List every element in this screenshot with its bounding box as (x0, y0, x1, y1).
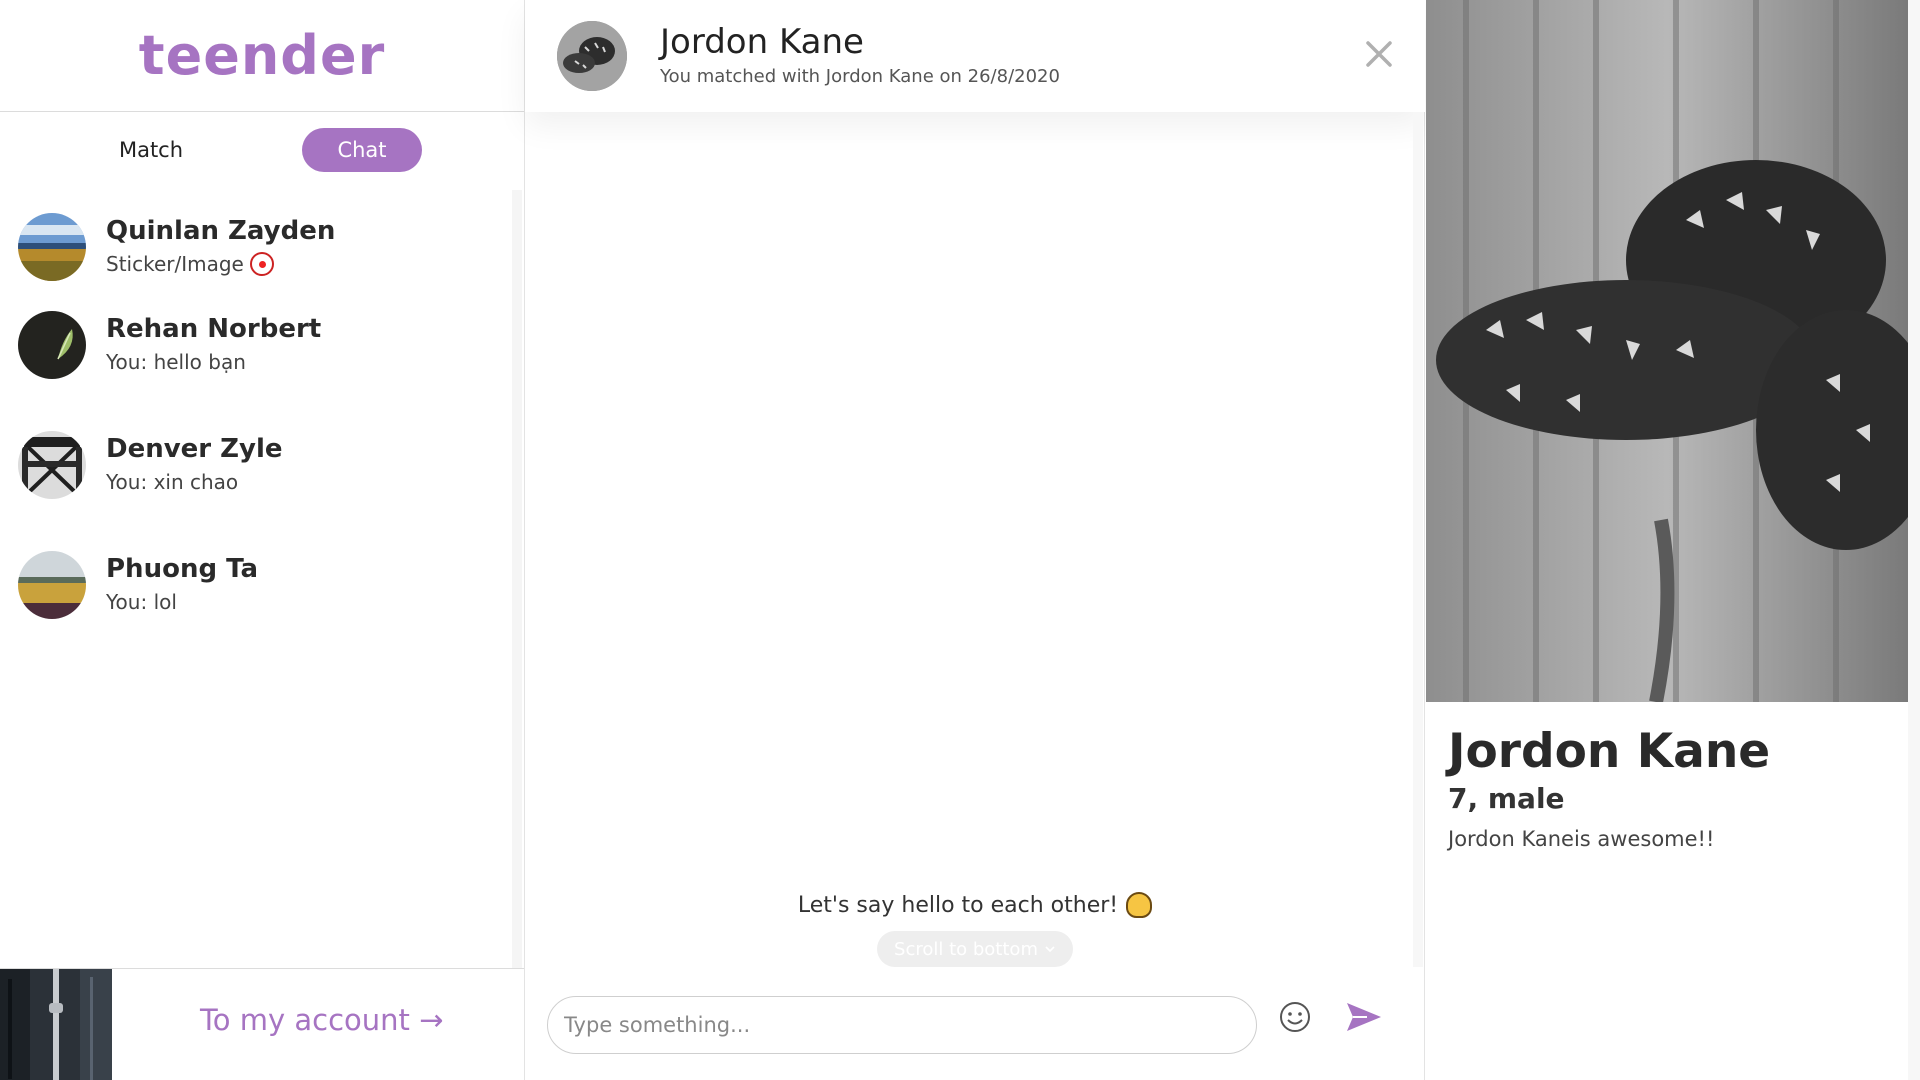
leaf-photo-icon (18, 311, 86, 379)
conversation-name: Quinlan Zayden (106, 216, 336, 246)
close-chat-button[interactable] (1361, 36, 1397, 72)
pinecone-photo-icon (557, 21, 627, 91)
send-button[interactable] (1343, 999, 1385, 1035)
profile-bio: Jordon Kaneis awesome!! (1448, 827, 1715, 851)
arrow-right-icon: → (419, 1003, 444, 1037)
conversation-preview: Sticker/Image (106, 252, 274, 276)
conversation-list: Quinlan Zayden Sticker/Image Rehan Norbe… (0, 190, 512, 968)
conversation-item-phuong-ta[interactable]: Phuong Ta You: lol (0, 528, 512, 628)
conversation-name: Phuong Ta (106, 554, 259, 584)
chat-scrollbar[interactable] (1413, 112, 1423, 967)
conversation-preview: You: xin chao (106, 470, 238, 494)
conversation-preview: You: lol (106, 590, 177, 614)
field-photo-icon (18, 551, 86, 619)
profile-photo (1426, 0, 1908, 702)
conversation-preview-text: You: xin chao (106, 470, 239, 494)
send-icon (1347, 1003, 1381, 1031)
account-bar: To my account → (0, 968, 524, 1080)
profile-age-gender: 7, male (1448, 782, 1565, 815)
sidebar: teender Match Chat Quinlan Zayden Sticke… (0, 0, 525, 1080)
close-icon (1366, 41, 1392, 67)
city-tower-photo-icon (0, 969, 112, 1080)
avatar (18, 311, 86, 379)
conversation-name: Rehan Norbert (106, 314, 322, 344)
empty-chat-text: Let's say hello to each other! (797, 892, 1119, 918)
account-link-label: To my account (200, 1003, 410, 1037)
conversation-preview: You: hello bạn (106, 350, 246, 374)
conversation-item-denver-zyle[interactable]: Denver Zyle You: xin chao (0, 408, 512, 508)
profile-scrollbar[interactable] (1908, 0, 1920, 1080)
account-avatar[interactable] (0, 969, 112, 1080)
brand-logo[interactable]: teender (139, 24, 385, 87)
conversation-preview-text: You: hello bạn (106, 350, 246, 374)
clown-emoji-icon (249, 252, 274, 276)
conversation-preview-text: Sticker/Image (106, 252, 244, 276)
brand-header: teender (0, 0, 524, 112)
chat-title: Jordon Kane (660, 22, 864, 62)
chat-header: Jordon Kane You matched with Jordon Kane… (525, 0, 1425, 112)
scroll-to-bottom-button[interactable]: Scroll to bottom (877, 931, 1073, 967)
conversation-name: Denver Zyle (106, 434, 283, 464)
tabs: Match Chat (0, 126, 524, 174)
match-avatar[interactable] (557, 21, 627, 91)
conversation-item-quinlan-zayden[interactable]: Quinlan Zayden Sticker/Image (0, 190, 512, 290)
conversation-preview-text: You: lol (106, 590, 177, 614)
tab-match[interactable]: Match (60, 128, 242, 172)
avatar (18, 551, 86, 619)
avatar (18, 431, 86, 499)
profile-panel: Jordon Kane 7, male Jordon Kaneis awesom… (1426, 0, 1920, 1080)
scroll-to-bottom-label: Scroll to bottom (894, 938, 1038, 960)
waving-hand-emoji-icon (1126, 892, 1153, 918)
empty-chat-message: Let's say hello to each other! (525, 892, 1425, 918)
emoji-picker-button[interactable] (1277, 999, 1313, 1035)
profile-name: Jordon Kane (1448, 724, 1771, 779)
conversation-item-rehan-norbert[interactable]: Rehan Norbert You: hello bạn (0, 288, 512, 388)
smiley-icon (1280, 1002, 1310, 1032)
chat-panel: Jordon Kane You matched with Jordon Kane… (525, 0, 1425, 1080)
chevron-down-icon (1045, 946, 1055, 953)
to-my-account-link[interactable]: To my account → (200, 1003, 443, 1037)
tower-photo-icon (18, 431, 86, 499)
conversation-list-scrollbar[interactable] (512, 190, 522, 968)
tab-chat[interactable]: Chat (302, 128, 422, 172)
pinecone-photo-icon (1426, 0, 1908, 702)
message-input[interactable] (547, 996, 1257, 1054)
match-date-subtitle: You matched with Jordon Kane on 26/8/202… (660, 66, 1060, 87)
landscape-photo-icon (18, 213, 86, 281)
avatar (18, 213, 86, 281)
